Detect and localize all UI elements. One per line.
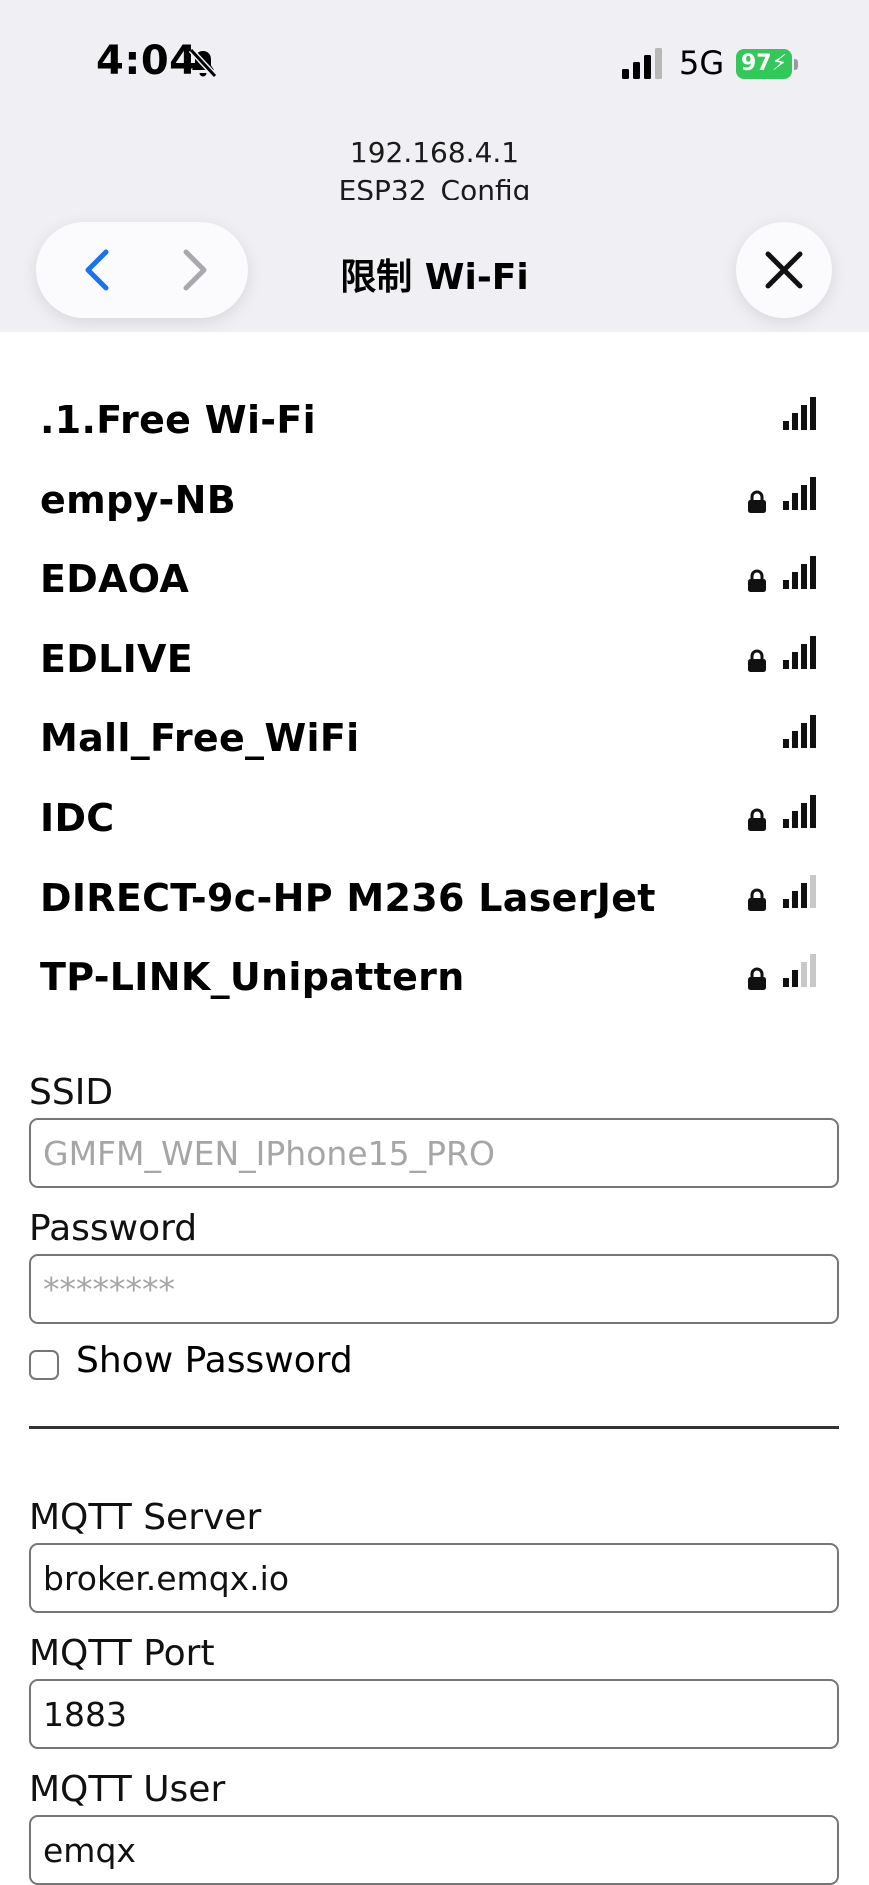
wifi-network-name: Mall_Free_WiFi (40, 716, 360, 761)
mqtt-server-label: MQTT Server (29, 1497, 262, 1538)
signal-bar (792, 890, 798, 908)
wifi-network-row[interactable]: TP-LINK_Unipattern (0, 945, 869, 1025)
show-password-label[interactable]: Show Password (76, 1340, 353, 1381)
cellular-signal-icon (622, 48, 662, 79)
lock-icon (747, 808, 767, 832)
status-time: 4:04 (96, 38, 198, 84)
signal-bar (810, 556, 816, 590)
wifi-network-name: .1.Free Wi-Fi (40, 398, 316, 442)
signal-bar (810, 397, 816, 430)
wifi-network-row[interactable]: DIRECT-9c-HP M236 LaserJet (0, 866, 869, 946)
signal-bar (801, 882, 807, 908)
close-button[interactable] (736, 222, 832, 318)
wifi-signal-icon (783, 715, 816, 749)
signal-bar (810, 476, 816, 510)
wifi-network-row[interactable]: empy-NB (0, 468, 869, 548)
wifi-signal-icon (783, 874, 816, 908)
wifi-network-row[interactable]: .1.Free Wi-Fi (0, 388, 869, 468)
signal-bar (801, 802, 807, 828)
network-type: 5G (679, 44, 725, 82)
signal-bar (810, 794, 816, 828)
lock-icon (747, 569, 767, 593)
signal-bar (810, 635, 816, 669)
signal-bar (801, 484, 807, 510)
wifi-signal-icon (783, 954, 816, 988)
charging-bolt-icon: ⚡ (771, 51, 788, 76)
mqtt-server-input[interactable] (29, 1543, 839, 1613)
signal-bar (801, 564, 807, 590)
signal-bar (792, 970, 798, 988)
signal-bar (783, 500, 789, 510)
signal-bar (783, 421, 789, 430)
silent-bell-icon (188, 47, 218, 79)
password-input[interactable] (29, 1254, 839, 1324)
mqtt-user-label: MQTT User (29, 1769, 226, 1810)
ssid-input[interactable] (29, 1118, 839, 1188)
signal-bar (801, 962, 807, 988)
lock-icon (747, 888, 767, 912)
signal-bar (792, 413, 798, 430)
wifi-network-name: EDAOA (40, 557, 190, 602)
mqtt-port-input[interactable] (29, 1679, 839, 1749)
wifi-signal-icon (783, 635, 816, 669)
signal-bar (783, 898, 789, 908)
lock-icon (747, 649, 767, 673)
battery-level: 97 (740, 51, 772, 76)
wifi-network-row[interactable]: EDLIVE (0, 627, 869, 707)
wifi-network-name: IDC (40, 795, 115, 840)
lock-icon (747, 967, 767, 991)
signal-bar (783, 580, 789, 590)
config-form: SSID Password Show Password MQTT Server … (29, 1068, 839, 1885)
wifi-network-list: .1.Free Wi-Fi empy-NB EDAOA EDLIVE Mall_… (0, 388, 869, 1025)
wifi-network-row[interactable]: Mall_Free_WiFi (0, 706, 869, 786)
wifi-signal-icon (783, 397, 816, 430)
close-icon (765, 251, 803, 289)
mqtt-port-label: MQTT Port (29, 1633, 215, 1674)
signal-bar (783, 659, 789, 669)
signal-bar (801, 723, 807, 749)
show-password-checkbox[interactable] (29, 1350, 59, 1380)
wifi-signal-icon (783, 556, 816, 590)
wifi-network-name: DIRECT-9c-HP M236 LaserJet (40, 875, 656, 920)
battery-cap (794, 59, 798, 70)
page-title: ESP32_Config (338, 174, 531, 200)
signal-bar (792, 492, 798, 510)
signal-bar (810, 954, 816, 988)
wifi-network-row[interactable]: EDAOA (0, 547, 869, 627)
lock-icon (747, 490, 767, 514)
password-label: Password (29, 1208, 198, 1249)
signal-bar (801, 643, 807, 669)
ssid-label: SSID (29, 1072, 114, 1113)
wifi-network-name: empy-NB (40, 477, 236, 522)
mqtt-user-input[interactable] (29, 1815, 839, 1885)
signal-bar (801, 405, 807, 430)
signal-bar (810, 874, 816, 908)
wifi-signal-icon (783, 794, 816, 828)
signal-bar (810, 715, 816, 749)
signal-bar (783, 818, 789, 828)
page-url: 192.168.4.1 (349, 136, 520, 169)
browser-chrome: 4:04 5G 97⚡ 192.168.4.1 ESP32_Config 限制 … (0, 0, 869, 332)
signal-bar (792, 651, 798, 669)
wifi-network-name: TP-LINK_Unipattern (40, 955, 465, 1000)
signal-bar (792, 731, 798, 749)
wifi-signal-icon (783, 476, 816, 510)
signal-bar (783, 739, 789, 749)
battery-indicator: 97⚡ (736, 49, 792, 79)
show-password-row: Show Password (29, 1336, 839, 1398)
wifi-network-name: EDLIVE (40, 636, 194, 681)
signal-bar (792, 572, 798, 590)
signal-bar (792, 810, 798, 828)
wifi-network-row[interactable]: IDC (0, 786, 869, 866)
signal-bar (783, 978, 789, 988)
